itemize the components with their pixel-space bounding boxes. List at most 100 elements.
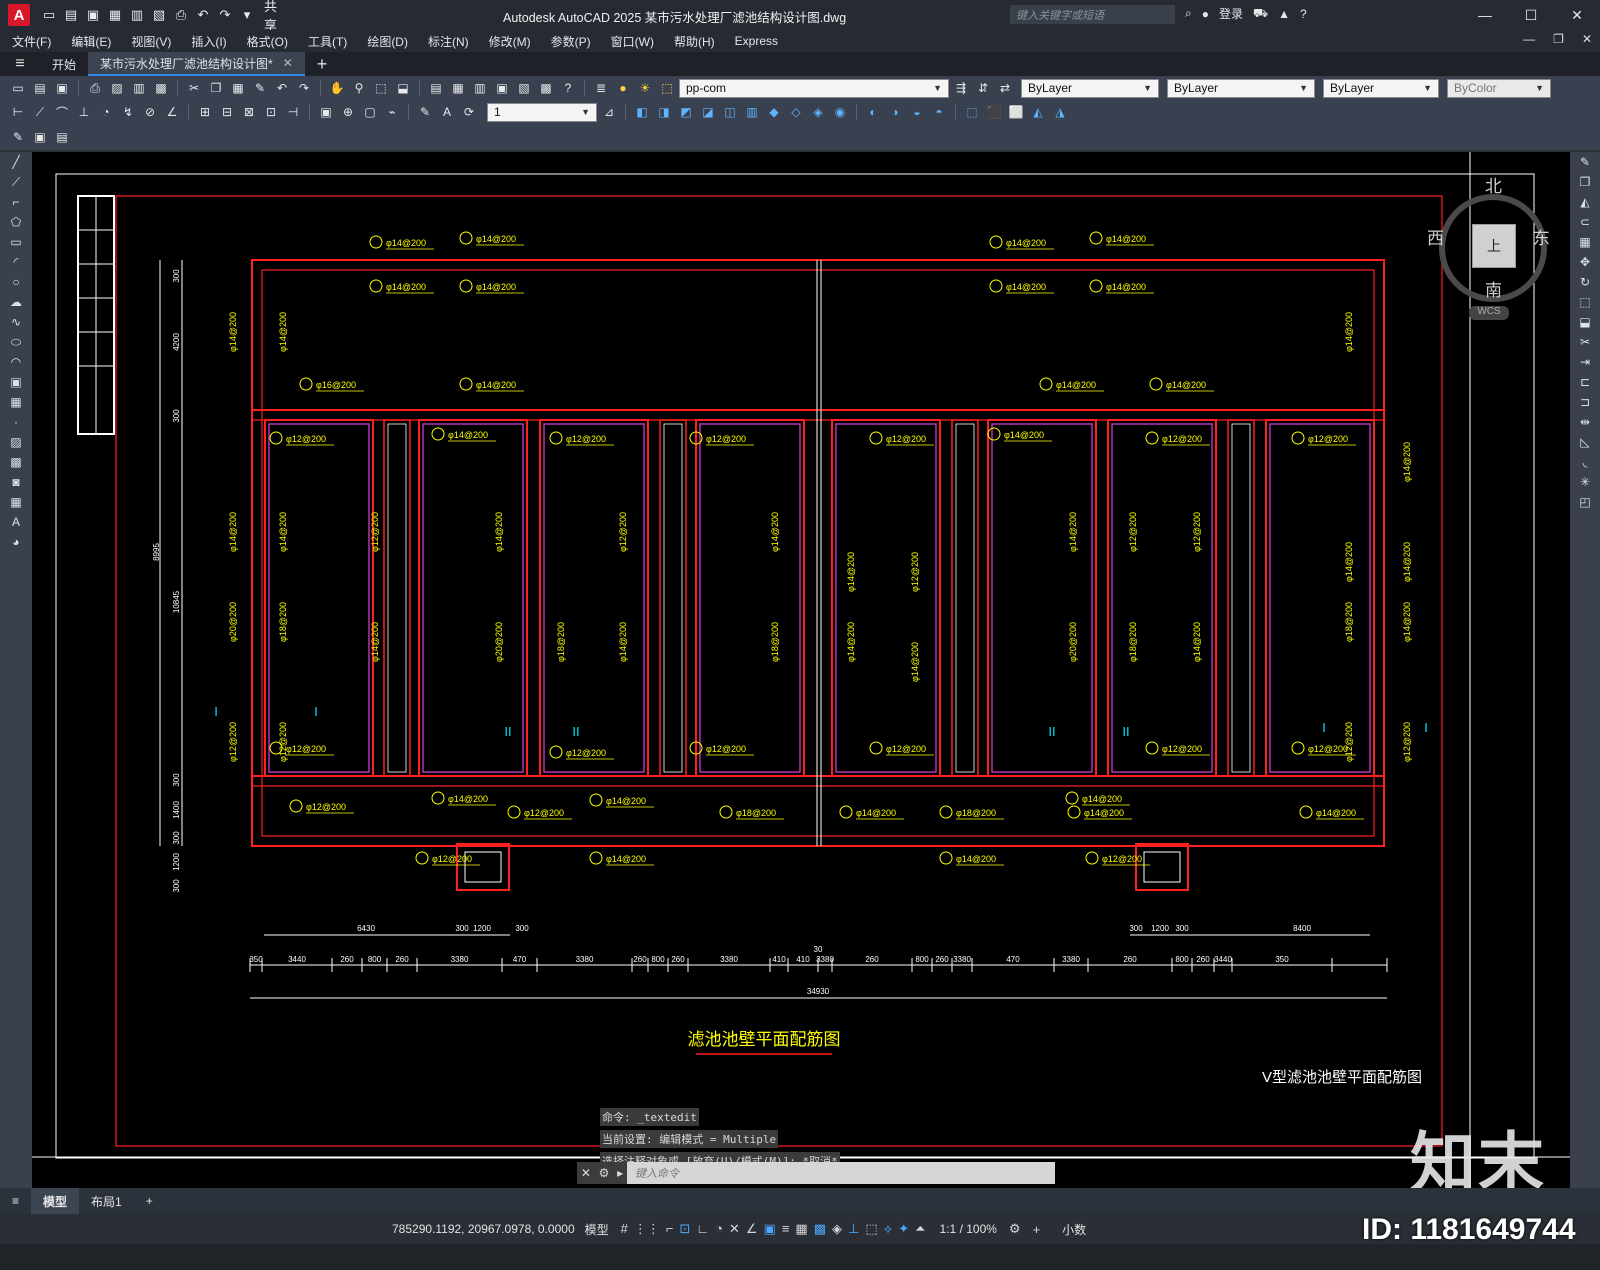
open-icon[interactable]: ▤ [30,79,50,97]
ucs-world-icon[interactable]: ⬛ [984,103,1004,121]
annotation-scale[interactable]: 1:1 / 100% [940,1222,997,1236]
cart-icon[interactable]: ⛟ [1253,6,1268,22]
ellipse-arc-icon[interactable]: ◠ [0,352,32,372]
layer-dropdown[interactable]: pp-com ▼ [679,78,949,98]
menu-view[interactable]: 视图(V) [131,33,171,50]
lineweight-icon[interactable]: ≡ [782,1221,790,1237]
design-center-icon[interactable]: ▦ [448,79,468,97]
block-insert-icon[interactable]: ▣ [30,128,50,146]
3d-osnap-icon[interactable]: ◈ [832,1221,842,1237]
menu-edit[interactable]: 编辑(E) [71,33,111,50]
dynamic-ucs-icon[interactable]: ⊥ [848,1221,859,1237]
menu-hamburger-icon[interactable]: ≡ [0,55,40,73]
menu-tools[interactable]: 工具(T) [308,33,347,50]
workspace-switch-icon[interactable]: ⚙ [1009,1221,1021,1237]
visual-style-3d-icon[interactable]: ◑ [885,103,905,121]
dim-style-dropdown[interactable]: 1 ▼ [487,102,597,122]
polar-icon[interactable]: ◔ [715,1221,723,1237]
recent-commands-icon[interactable]: ▸ [617,1166,623,1180]
help-icon[interactable]: ? [558,79,578,97]
insert-block-icon[interactable]: ▣ [0,372,32,392]
dim-edit-icon[interactable]: ✎ [415,103,435,121]
view-ne-icon[interactable]: ◈ [808,103,828,121]
menu-file[interactable]: 文件(F) [12,33,51,50]
plot-icon[interactable]: ▧ [148,5,170,25]
match-properties-icon[interactable]: ✎ [250,79,270,97]
minimize-icon[interactable]: — [1462,0,1508,30]
paste-icon[interactable]: ▦ [228,79,248,97]
doc-minimize-icon[interactable]: — [1523,32,1535,46]
units-readout[interactable]: 小数 [1062,1221,1086,1238]
selection-cycling-icon[interactable]: ▩ [814,1221,826,1237]
view-sw-icon[interactable]: ◆ [764,103,784,121]
block-editor-icon[interactable]: ✎ [8,128,28,146]
ellipse-icon[interactable]: ⬭ [0,332,32,352]
baseline-icon[interactable]: ⊟ [217,103,237,121]
dim-text-edit-icon[interactable]: A [437,103,457,121]
break-icon[interactable]: ⊐ [1570,392,1600,412]
zoom-previous-icon[interactable]: ⬓ [393,79,413,97]
layer-properties-icon[interactable]: ≣ [591,79,611,97]
trim-icon[interactable]: ✂ [1570,332,1600,352]
jogged-linear-icon[interactable]: ⌁ [382,103,402,121]
array-icon[interactable]: ▦ [1570,232,1600,252]
annotation-visibility-icon[interactable]: ✦ [898,1221,909,1237]
space-icon[interactable]: ⊡ [261,103,281,121]
polygon-icon[interactable]: ⬠ [0,212,32,232]
wcs-menu[interactable]: WCS [1469,306,1509,320]
command-input[interactable]: 键入命令 [627,1165,679,1181]
coordinate-readout[interactable]: 785290.1192, 20967.0978, 0.0000 [392,1222,575,1236]
extend-icon[interactable]: ⇥ [1570,352,1600,372]
center-mark-icon[interactable]: ⊕ [338,103,358,121]
search-icon[interactable]: ⌕ [1185,6,1192,21]
menu-draw[interactable]: 绘图(D) [367,33,408,50]
gradient-icon[interactable]: ▩ [0,452,32,472]
spline-icon[interactable]: ∿ [0,312,32,332]
save-icon[interactable]: ▣ [82,5,104,25]
plotstyle-dropdown[interactable]: ByColor ▼ [1447,78,1551,98]
add-layout-icon[interactable]: + [134,1188,165,1214]
tab-model[interactable]: 模型 [31,1188,80,1214]
layer-lock-icon[interactable]: ⬚ [657,79,677,97]
view-right-icon[interactable]: ◪ [698,103,718,121]
command-line[interactable]: ✕ ⚙ ▸ 键入命令 [577,1162,1055,1184]
app-store-icon[interactable]: ▲ [1278,7,1290,21]
visual-style-2d-icon[interactable]: ◐ [863,103,883,121]
preview-icon[interactable]: ▨ [107,79,127,97]
view-top-icon[interactable]: ◧ [632,103,652,121]
ordinate-icon[interactable]: ⊥ [74,103,94,121]
zoom-realtime-icon[interactable]: ⚲ [349,79,369,97]
layer-freeze-icon[interactable]: ☀ [635,79,655,97]
tab-close-icon[interactable]: ✕ [283,56,293,70]
menu-parametric[interactable]: 参数(P) [551,33,591,50]
stretch-icon[interactable]: ⬓ [1570,312,1600,332]
region-icon[interactable]: ◙ [0,472,32,492]
tab-drawing[interactable]: 某市污水处理厂滤池结构设计图* ✕ [88,52,305,76]
sheet-set-icon[interactable]: ▣ [492,79,512,97]
menu-help[interactable]: 帮助(H) [674,33,715,50]
viewcube-south[interactable]: 南 [1485,276,1502,301]
osnap-icon[interactable]: ▣ [764,1221,776,1237]
join-icon[interactable]: ⇹ [1570,412,1600,432]
auto-scale-icon[interactable]: ⏶ [915,1221,925,1237]
menu-insert[interactable]: 插入(I) [191,33,226,50]
arc-icon[interactable]: ◜ [0,252,32,272]
break-point-icon[interactable]: ⊏ [1570,372,1600,392]
infer-icon[interactable]: ⌐ [666,1221,674,1237]
view-cube[interactable]: 北 西 东 南 上 WCS [1427,172,1557,322]
osnap-track-icon[interactable]: ∠ [746,1221,758,1237]
lineweight-dropdown[interactable]: ByLayer ▼ [1323,78,1439,98]
publish-icon[interactable]: ▥ [129,79,149,97]
autocad-app-icon[interactable]: A [8,4,30,26]
arc-length-icon[interactable]: ⌒ [52,103,72,121]
radius-icon[interactable]: ◔ [96,103,116,121]
help-icon[interactable]: ? [1300,7,1307,21]
annomonitor-icon[interactable]: + [1033,1222,1041,1237]
table-icon[interactable]: ▦ [0,492,32,512]
publish-icon[interactable]: ▥ [126,5,148,25]
ortho-icon[interactable]: ∟ [696,1221,709,1237]
doc-restore-icon[interactable]: ❐ [1553,32,1564,46]
continue-icon[interactable]: ⊠ [239,103,259,121]
customize-icon[interactable]: ⚙ [599,1166,610,1180]
tab-layout1[interactable]: 布局1 [79,1188,134,1214]
